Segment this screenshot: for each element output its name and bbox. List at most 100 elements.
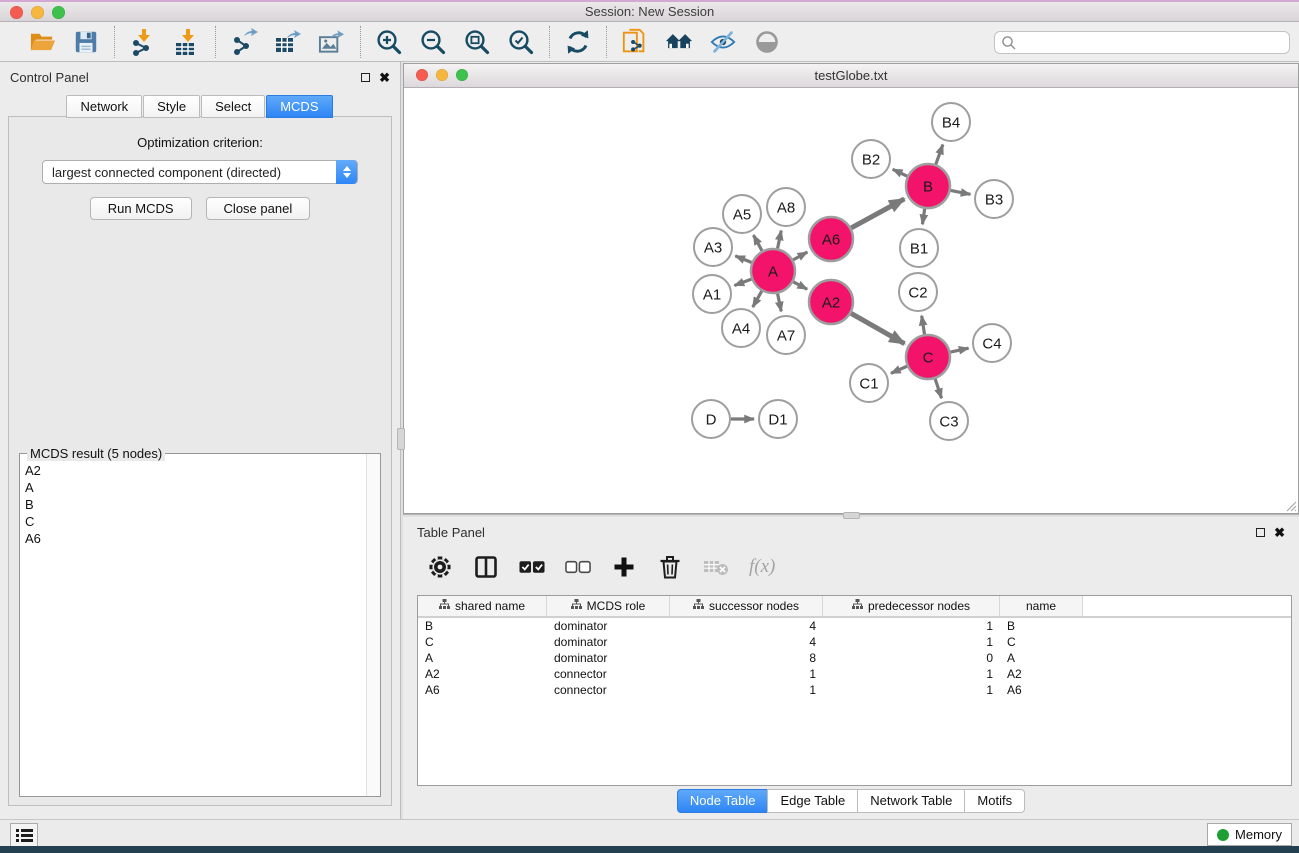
node-A6[interactable]: A6 xyxy=(809,217,853,261)
minimize-window-button[interactable] xyxy=(31,6,44,19)
node-A3[interactable]: A3 xyxy=(694,228,732,266)
close-panel-icon[interactable]: ✖ xyxy=(379,71,390,84)
node-A4[interactable]: A4 xyxy=(722,309,760,347)
task-history-button[interactable] xyxy=(10,823,38,847)
node-A[interactable]: A xyxy=(751,249,795,293)
refresh-icon[interactable] xyxy=(564,28,592,56)
delete-column-icon[interactable] xyxy=(657,554,683,580)
function-builder-icon[interactable]: f(x) xyxy=(749,556,775,578)
edge-C-C2[interactable] xyxy=(922,316,925,335)
import-table-icon[interactable] xyxy=(173,28,201,56)
tab-mcds[interactable]: MCDS xyxy=(266,95,332,118)
column-header-MCDS-role[interactable]: MCDS role xyxy=(547,596,670,616)
edge-A6-B[interactable] xyxy=(851,199,904,228)
node-C1[interactable]: C1 xyxy=(850,364,888,402)
node-A7[interactable]: A7 xyxy=(767,316,805,354)
run-mcds-button[interactable]: Run MCDS xyxy=(90,197,192,220)
tab-style[interactable]: Style xyxy=(143,95,200,118)
mcds-result-item[interactable]: C xyxy=(21,513,366,530)
deselect-all-checkboxes-icon[interactable] xyxy=(565,554,591,580)
edge-B-B2[interactable] xyxy=(893,169,908,176)
node-A5[interactable]: A5 xyxy=(723,195,761,233)
resize-grip-icon[interactable] xyxy=(1284,499,1297,512)
zoom-out-icon[interactable] xyxy=(419,28,447,56)
add-column-icon[interactable] xyxy=(611,554,637,580)
network-close-button[interactable] xyxy=(416,69,428,81)
edge-A-A6[interactable] xyxy=(793,252,807,260)
node-B4[interactable]: B4 xyxy=(932,103,970,141)
column-header-shared-name[interactable]: shared name xyxy=(418,596,547,616)
hide-graphics-details-icon[interactable] xyxy=(709,28,737,56)
float-panel-icon[interactable] xyxy=(361,73,370,82)
mcds-result-item[interactable]: A6 xyxy=(21,530,366,547)
edge-A2-C[interactable] xyxy=(851,313,905,343)
edge-A-A7[interactable] xyxy=(778,294,782,312)
edge-A-A5[interactable] xyxy=(753,235,762,251)
mcds-result-item[interactable]: A2 xyxy=(21,462,366,479)
tab-edge-table[interactable]: Edge Table xyxy=(767,789,858,813)
node-B2[interactable]: B2 xyxy=(852,140,890,178)
tab-select[interactable]: Select xyxy=(201,95,265,118)
network-graph-canvas[interactable]: B4B2BB3A5A8A6A3B1AA1C2A2A4A7C4CC1C3DD1 xyxy=(404,89,1298,513)
column-header-name[interactable]: name xyxy=(1000,596,1083,616)
edge-A-A1[interactable] xyxy=(734,279,751,285)
close-table-panel-icon[interactable]: ✖ xyxy=(1274,526,1285,539)
close-window-button[interactable] xyxy=(10,6,23,19)
node-table[interactable]: shared nameMCDS rolesuccessor nodesprede… xyxy=(417,595,1292,786)
edge-B-B4[interactable] xyxy=(936,145,943,165)
mcds-result-item[interactable]: B xyxy=(21,496,366,513)
search-input[interactable] xyxy=(994,31,1290,54)
network-minimize-button[interactable] xyxy=(436,69,448,81)
edge-A-A2[interactable] xyxy=(793,282,807,289)
home-icon[interactable] xyxy=(665,28,693,56)
memory-button[interactable]: Memory xyxy=(1207,823,1292,846)
export-table-icon[interactable] xyxy=(274,28,302,56)
node-C[interactable]: C xyxy=(906,335,950,379)
table-row[interactable]: Cdominator41C xyxy=(418,634,1291,650)
edge-A-A8[interactable] xyxy=(778,231,782,249)
tab-network[interactable]: Network xyxy=(66,95,142,118)
edge-A-A3[interactable] xyxy=(735,256,751,263)
mcds-result-scrollbar[interactable] xyxy=(366,454,380,796)
edge-B-B3[interactable] xyxy=(951,190,971,194)
column-header-successor-nodes[interactable]: successor nodes xyxy=(670,596,823,616)
zoom-in-icon[interactable] xyxy=(375,28,403,56)
node-B1[interactable]: B1 xyxy=(900,229,938,267)
edge-A-A4[interactable] xyxy=(753,291,762,307)
node-B3[interactable]: B3 xyxy=(975,180,1013,218)
edge-C-C3[interactable] xyxy=(935,379,941,398)
delete-table-icon[interactable] xyxy=(703,554,729,580)
float-table-panel-icon[interactable] xyxy=(1256,528,1265,537)
vertical-splitter-grip[interactable] xyxy=(397,428,405,450)
node-C4[interactable]: C4 xyxy=(973,324,1011,362)
gear-icon[interactable] xyxy=(427,554,453,580)
export-network-icon[interactable] xyxy=(230,28,258,56)
mcds-result-list[interactable]: A2ABCA6 xyxy=(21,462,366,795)
node-A1[interactable]: A1 xyxy=(693,275,731,313)
horizontal-splitter-grip[interactable] xyxy=(843,512,860,519)
tab-node-table[interactable]: Node Table xyxy=(677,789,769,813)
network-maximize-button[interactable] xyxy=(456,69,468,81)
select-all-checkboxes-icon[interactable] xyxy=(519,554,545,580)
tab-motifs[interactable]: Motifs xyxy=(964,789,1025,813)
zoom-selected-icon[interactable] xyxy=(507,28,535,56)
save-session-icon[interactable] xyxy=(72,28,100,56)
node-D[interactable]: D xyxy=(692,400,730,438)
table-row[interactable]: A6connector11A6 xyxy=(418,682,1291,698)
zoom-fit-icon[interactable] xyxy=(463,28,491,56)
node-B[interactable]: B xyxy=(906,164,950,208)
criterion-dropdown[interactable]: largest connected component (directed) xyxy=(42,160,358,184)
edge-C-C4[interactable] xyxy=(950,348,968,352)
node-A8[interactable]: A8 xyxy=(767,188,805,226)
node-C3[interactable]: C3 xyxy=(930,402,968,440)
node-A2[interactable]: A2 xyxy=(809,280,853,324)
import-network-icon[interactable] xyxy=(129,28,157,56)
new-network-from-selection-icon[interactable] xyxy=(621,28,649,56)
export-image-icon[interactable] xyxy=(318,28,346,56)
node-D1[interactable]: D1 xyxy=(759,400,797,438)
columns-icon[interactable] xyxy=(473,554,499,580)
tab-network-table[interactable]: Network Table xyxy=(857,789,965,813)
show-graphics-details-icon[interactable] xyxy=(753,28,781,56)
edge-C-C1[interactable] xyxy=(891,366,907,373)
table-row[interactable]: Adominator80A xyxy=(418,650,1291,666)
